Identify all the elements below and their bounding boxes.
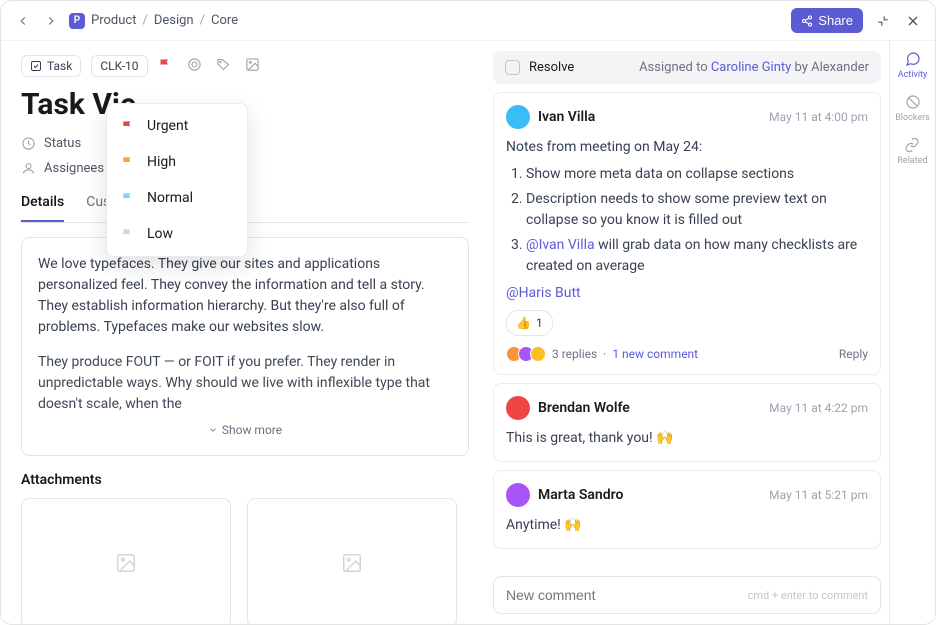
comment-input[interactable]: [506, 587, 748, 603]
sprint-icon[interactable]: [187, 57, 202, 76]
new-comment-link[interactable]: 1 new comment: [612, 347, 698, 361]
share-button[interactable]: Share: [791, 8, 863, 33]
comment-timestamp: May 11 at 4:22 pm: [769, 401, 868, 415]
description-box[interactable]: We love typefaces. They give our sites a…: [21, 237, 469, 456]
comment-composer[interactable]: cmd + enter to comment: [493, 576, 881, 614]
priority-option-urgent[interactable]: Urgent: [107, 108, 247, 144]
mention-link[interactable]: @Ivan Villa: [526, 237, 595, 253]
comment-card: Brendan Wolfe May 11 at 4:22 pm This is …: [493, 383, 881, 462]
reply-button[interactable]: Reply: [839, 347, 868, 361]
comment-timestamp: May 11 at 4:00 pm: [769, 110, 868, 124]
avatar[interactable]: [506, 105, 530, 129]
breadcrumb-item[interactable]: Core: [211, 13, 238, 28]
rail-activity[interactable]: Activity: [898, 51, 927, 80]
task-type-chip[interactable]: Task: [21, 55, 81, 77]
task-id-chip[interactable]: CLK-10: [91, 55, 147, 77]
show-more-button[interactable]: Show more: [38, 421, 452, 439]
attachments-heading: Attachments: [21, 472, 469, 488]
breadcrumb: P Product / Design / Core: [69, 13, 238, 29]
comment-card: Ivan Villa May 11 at 4:00 pm Notes from …: [493, 92, 881, 375]
image-icon[interactable]: [245, 57, 260, 76]
collapse-icon[interactable]: [873, 11, 893, 31]
project-icon: P: [69, 13, 85, 29]
breadcrumb-item[interactable]: Product: [91, 13, 136, 28]
priority-flag-icon[interactable]: [158, 57, 173, 76]
comment-author[interactable]: Marta Sandro: [538, 487, 623, 503]
priority-dropdown: Urgent High Normal Low: [106, 103, 248, 257]
assignee-link[interactable]: Caroline Ginty: [711, 60, 791, 75]
attachment-tile[interactable]: [247, 498, 457, 624]
rail-related[interactable]: Related: [897, 137, 927, 166]
comment-timestamp: May 11 at 5:21 pm: [769, 488, 868, 502]
resolve-checkbox[interactable]: [505, 60, 520, 75]
comment-author[interactable]: Ivan Villa: [538, 109, 595, 125]
comment-card: Marta Sandro May 11 at 5:21 pm Anytime! …: [493, 470, 881, 549]
rail-blockers[interactable]: Blockers: [895, 94, 930, 123]
mention-link[interactable]: @Haris Butt: [506, 285, 581, 301]
avatar[interactable]: [506, 396, 530, 420]
nav-forward-icon[interactable]: [41, 11, 61, 31]
priority-option-high[interactable]: High: [107, 144, 247, 180]
tag-icon[interactable]: [216, 57, 231, 76]
avatar[interactable]: [506, 483, 530, 507]
replies-count[interactable]: 3 replies: [552, 347, 597, 361]
composer-hint: cmd + enter to comment: [748, 589, 868, 602]
resolve-label: Resolve: [529, 60, 574, 75]
nav-back-icon[interactable]: [13, 11, 33, 31]
attachment-tile[interactable]: [21, 498, 231, 624]
resolve-bar: Resolve Assigned to Caroline Ginty by Al…: [493, 51, 881, 84]
priority-option-low[interactable]: Low: [107, 216, 247, 252]
reply-avatars[interactable]: [506, 346, 546, 362]
priority-option-normal[interactable]: Normal: [107, 180, 247, 216]
assigned-text: Assigned to Caroline Ginty by Alexander: [639, 60, 869, 75]
tab-details[interactable]: Details: [21, 194, 64, 222]
close-icon[interactable]: [903, 11, 923, 31]
comment-author[interactable]: Brendan Wolfe: [538, 400, 630, 416]
reaction-button[interactable]: 👍1: [506, 310, 553, 336]
breadcrumb-item[interactable]: Design: [154, 13, 194, 28]
